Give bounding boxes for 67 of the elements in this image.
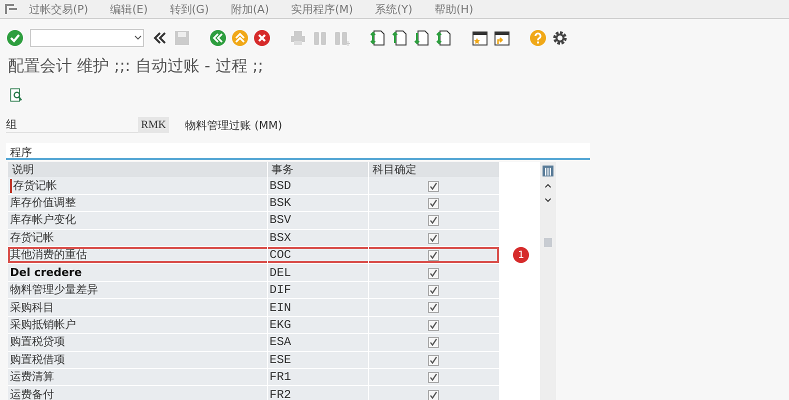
table-cell: 存货记帐 — [10, 232, 54, 244]
menu-item[interactable]: 转到(G) — [158, 2, 220, 16]
column-header[interactable]: 科目确定 — [368, 162, 500, 178]
table-cell: 采购科目 — [10, 302, 54, 314]
menu-item[interactable]: 编辑(E) — [99, 2, 159, 16]
column-header[interactable]: 说明 — [8, 162, 267, 178]
checkbox[interactable] — [428, 180, 440, 192]
table-cell: EKG — [270, 318, 292, 332]
table-cell: 存货记帐 — [10, 178, 57, 193]
back-icon[interactable] — [209, 29, 227, 47]
page-arrow-icon[interactable] — [369, 29, 387, 47]
menu-item[interactable]: 系统(Y) — [364, 2, 424, 16]
table-cell: 购置税借项 — [10, 354, 65, 366]
menu-item[interactable]: 实用程序(M) — [280, 2, 364, 16]
table-cell: EIN — [270, 300, 292, 315]
table-cell: 采购抵销帐户 — [10, 318, 76, 331]
settings-icon[interactable] — [551, 29, 569, 47]
menu-item[interactable]: 附加(A) — [220, 2, 280, 16]
table-cell: 库存帐户变化 — [10, 214, 76, 226]
table-cell: BSD — [270, 178, 292, 193]
group-field[interactable]: RMK — [138, 117, 170, 133]
checkbox[interactable] — [428, 390, 440, 400]
columns-icon[interactable] — [541, 164, 555, 178]
table-cell: BSK — [270, 196, 292, 210]
table-cell: FR1 — [270, 370, 292, 384]
column-header[interactable]: 事务 — [267, 162, 368, 178]
menu-item[interactable]: 过帐交易(P) — [18, 2, 100, 16]
caret-icon — [133, 34, 143, 42]
checkbox[interactable] — [428, 337, 440, 348]
checkbox[interactable] — [428, 215, 440, 226]
table-cell: 运费备付 — [10, 388, 54, 400]
section-title: 程序 — [6, 143, 590, 160]
table-cell: COC — [270, 248, 292, 262]
table-cell: 其他消费的重估 — [10, 249, 87, 262]
checkbox[interactable] — [428, 285, 440, 296]
table-cell: BSV — [270, 213, 292, 228]
menu-item[interactable]: 帮助(H) — [423, 2, 484, 16]
group-description: 物料管理过账 (MM) — [185, 118, 282, 132]
checkbox[interactable] — [428, 232, 440, 244]
display-log-icon[interactable] — [8, 87, 24, 103]
checkbox[interactable] — [428, 198, 440, 209]
checkbox[interactable] — [428, 320, 440, 331]
command-field[interactable] — [30, 29, 144, 47]
table-cell: 运费清算 — [10, 371, 54, 384]
scroll-thumb[interactable] — [544, 238, 552, 247]
table-cell: 购置税贷项 — [10, 336, 65, 348]
callout-badge: 1 — [513, 247, 529, 263]
checkbox[interactable] — [428, 268, 440, 279]
table-cell: 物料管理少量差异 — [10, 284, 98, 296]
table-cell: ESA — [270, 335, 292, 350]
table-cell: Del credere — [10, 266, 82, 279]
page-arrow-icon[interactable] — [391, 29, 409, 47]
table-cell: DIF — [270, 283, 292, 298]
checkbox[interactable] — [428, 372, 440, 384]
table-cell: FR2 — [270, 388, 292, 400]
table-cell: ESE — [270, 352, 292, 367]
checkbox[interactable] — [428, 354, 440, 366]
checkbox[interactable] — [428, 302, 440, 314]
menu-icon[interactable] — [4, 3, 18, 15]
page-arrow-icon[interactable] — [413, 29, 431, 47]
table-cell: BSX — [270, 230, 292, 245]
table-cell: DEL — [270, 266, 292, 280]
confirm-icon[interactable] — [6, 29, 24, 47]
page-arrow-icon[interactable] — [435, 29, 453, 47]
checkbox[interactable] — [428, 250, 440, 262]
table-cell: 库存价值调整 — [10, 196, 76, 209]
cancel-icon[interactable] — [253, 29, 271, 47]
